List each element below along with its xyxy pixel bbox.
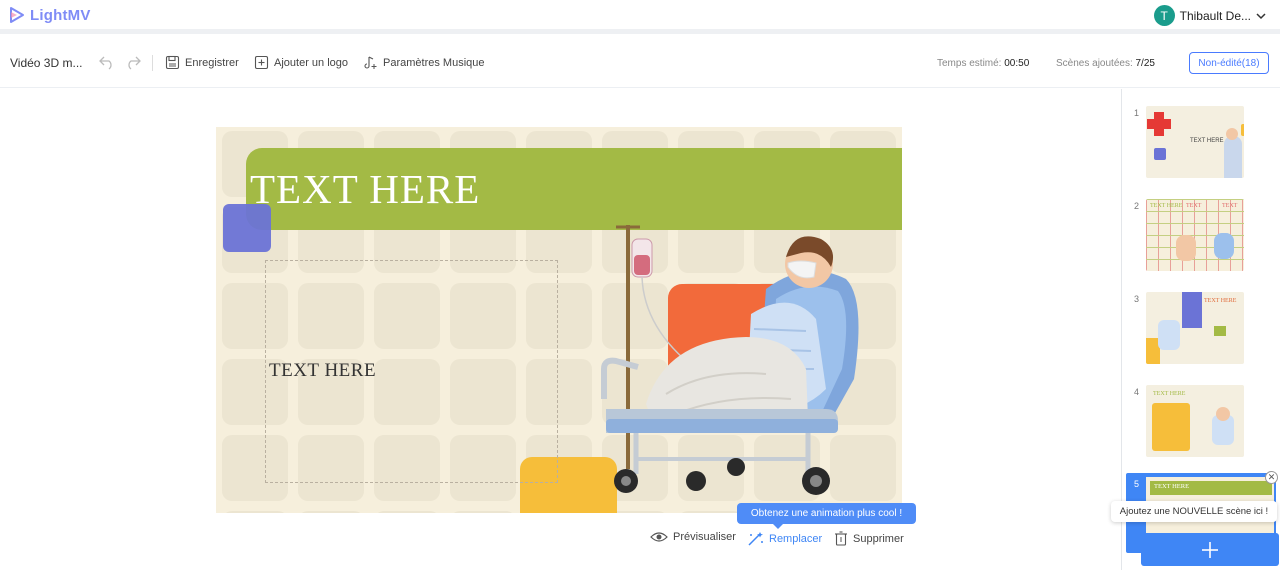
background-tile bbox=[374, 511, 440, 513]
scene-1-text: TEXT HERE bbox=[1190, 138, 1224, 144]
scene-4-text: TEXT HERE bbox=[1153, 391, 1186, 397]
scene-thumbnail-3[interactable]: TEXT HERE bbox=[1146, 292, 1244, 364]
toolbar-divider bbox=[152, 55, 153, 71]
plus-square-icon bbox=[254, 55, 269, 70]
scene-thumbnail-1[interactable]: TEXT HERE bbox=[1146, 106, 1244, 178]
purple-square-decoration bbox=[223, 204, 271, 252]
music-settings-label: Paramètres Musique bbox=[383, 56, 485, 69]
scene-5-text: TEXT HERE bbox=[1154, 483, 1190, 490]
scene-number: 3 bbox=[1134, 294, 1140, 304]
patient-illustration bbox=[601, 225, 859, 495]
save-label: Enregistrer bbox=[185, 56, 239, 69]
non-edited-button[interactable]: Non-édité(18) bbox=[1189, 52, 1269, 74]
background-tile bbox=[222, 511, 288, 513]
magic-wand-icon bbox=[748, 532, 763, 546]
scene-number: 1 bbox=[1134, 108, 1140, 118]
scene-number: 5 bbox=[1134, 479, 1140, 489]
scene-number: 4 bbox=[1134, 387, 1140, 397]
lightmv-logo-icon bbox=[10, 7, 24, 23]
editor-toolbar: Vidéo 3D m... Enregistrer Ajouter un log… bbox=[0, 39, 1280, 88]
music-note-icon bbox=[364, 56, 377, 69]
project-title[interactable]: Vidéo 3D m... bbox=[10, 56, 82, 70]
close-icon[interactable]: ✕ bbox=[1265, 471, 1278, 484]
estimated-time-label: Temps estimé: bbox=[937, 58, 1002, 69]
preview-label: Prévisualiser bbox=[673, 531, 736, 543]
avatar: T bbox=[1153, 5, 1175, 26]
title-text[interactable]: TEXT HERE bbox=[250, 165, 480, 213]
estimated-time: Temps estimé: 00:50 bbox=[937, 58, 1029, 69]
replace-label: Remplacer bbox=[769, 533, 823, 545]
scene-thumbnail-2[interactable]: TEXT HERE TEXT TEXT bbox=[1146, 199, 1244, 271]
top-bar: LightMV T Thibault De... bbox=[0, 0, 1280, 34]
background-tile bbox=[298, 511, 364, 513]
add-logo-label: Ajouter un logo bbox=[274, 56, 348, 69]
scenes-count-value: 7/25 bbox=[1135, 58, 1155, 69]
add-scene-hint: Ajoutez une NOUVELLE scène ici ! bbox=[1111, 501, 1277, 522]
delete-label: Supprimer bbox=[853, 532, 904, 545]
music-settings-button[interactable]: Paramètres Musique bbox=[363, 55, 485, 70]
delete-button[interactable]: Supprimer bbox=[834, 531, 904, 546]
scene-number: 2 bbox=[1134, 201, 1140, 211]
trash-icon bbox=[835, 531, 847, 546]
plus-icon bbox=[1202, 541, 1218, 558]
background-tile bbox=[450, 511, 516, 513]
scenes-count: Scènes ajoutées: 7/25 bbox=[1056, 58, 1155, 69]
app-name: LightMV bbox=[30, 6, 91, 24]
upgrade-tooltip: Obtenez une animation plus cool ! bbox=[737, 503, 916, 529]
background-tile bbox=[678, 511, 744, 513]
redo-icon[interactable] bbox=[124, 54, 142, 70]
app-logo[interactable]: LightMV bbox=[8, 6, 91, 24]
eye-icon bbox=[650, 532, 668, 542]
scene-canvas[interactable]: TEXT HERE TEXT HERE bbox=[216, 127, 902, 513]
scenes-count-label: Scènes ajoutées: bbox=[1056, 58, 1133, 69]
preview-button[interactable]: Prévisualiser bbox=[650, 531, 736, 543]
chevron-down-icon bbox=[1256, 12, 1266, 19]
scene-2-text: TEXT HERE bbox=[1150, 203, 1183, 209]
body-text[interactable]: TEXT HERE bbox=[269, 360, 376, 382]
scene-thumbnail-4[interactable]: TEXT HERE bbox=[1146, 385, 1244, 457]
scene-3-text: TEXT HERE bbox=[1204, 298, 1237, 304]
undo-redo-group bbox=[98, 54, 142, 70]
undo-icon[interactable] bbox=[98, 54, 116, 70]
scene-list-sidebar: 1 TEXT HERE 2 TEXT HERE TEXT TEXT 3 TEXT… bbox=[1121, 89, 1280, 570]
add-scene-button[interactable] bbox=[1141, 533, 1279, 566]
replace-button[interactable]: Remplacer bbox=[746, 531, 822, 547]
add-logo-button[interactable]: Ajouter un logo bbox=[254, 55, 348, 70]
save-button[interactable]: Enregistrer bbox=[165, 55, 239, 70]
estimated-time-value: 00:50 bbox=[1004, 58, 1030, 69]
user-menu[interactable]: T Thibault De... bbox=[1153, 5, 1266, 26]
save-icon bbox=[165, 55, 180, 70]
user-name: Thibault De... bbox=[1179, 8, 1251, 23]
